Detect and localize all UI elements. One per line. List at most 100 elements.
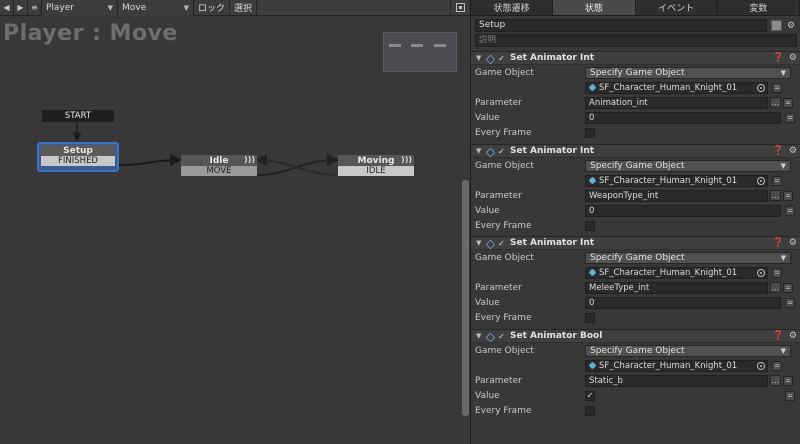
action-block: ▼ ✓ Set Animator Int ❓ ⚙ Game Object Specify G… [471, 144, 800, 233]
action-header[interactable]: ▼ ✓ Set Animator Int ❓ ⚙ [471, 51, 800, 65]
object-picker-icon[interactable] [757, 176, 765, 185]
field-label: Value [475, 390, 500, 401]
action-title: Set Animator Int [510, 53, 595, 63]
state-node-event[interactable]: IDLE [338, 166, 414, 176]
inspector-panel: 状態遷移 状態 イベント 変数 Setup ⚙ 説明 ▼ ✓ Set Animato… [470, 0, 800, 444]
state-node-idle[interactable]: Idle ))) MOVE [181, 155, 257, 176]
state-node-event[interactable]: MOVE [181, 166, 257, 176]
object-picker-icon[interactable] [757, 83, 765, 92]
value-checkbox[interactable]: ✓ [585, 390, 595, 401]
collapse-arrow-icon[interactable]: ▼ [476, 147, 485, 155]
every-frame-checkbox[interactable] [585, 127, 595, 138]
value-input[interactable]: 0 [585, 204, 781, 217]
parameter-input[interactable]: MeleeType_int [585, 281, 768, 294]
variable-toggle-button[interactable]: = [785, 112, 795, 123]
help-icon[interactable]: ❓ [773, 146, 784, 156]
tab-state[interactable]: 状態 [553, 0, 636, 15]
gear-icon[interactable]: ⚙ [789, 146, 797, 156]
state-node-title: Idle [209, 155, 229, 166]
variable-toggle-button[interactable]: = [772, 175, 782, 186]
gear-icon[interactable]: ⚙ [789, 53, 797, 63]
graph-scrollbar[interactable] [462, 180, 469, 416]
help-icon[interactable]: ❓ [773, 53, 784, 63]
state-node-moving[interactable]: Moving ))) IDLE [338, 155, 414, 176]
variable-toggle-button[interactable]: = [783, 375, 793, 386]
dropdown-value: Specify Game Object [590, 160, 685, 171]
game-object-mode-dropdown[interactable]: Specify Game Object ▼ [585, 344, 791, 357]
parameter-input[interactable]: Animation_int [585, 96, 768, 109]
object-field[interactable]: SF_Character_Human_Knight_01 [585, 81, 768, 94]
variable-toggle-button[interactable]: = [772, 360, 782, 371]
field-label: Every Frame [475, 220, 532, 231]
parameter-input[interactable]: WeaponType_int [585, 189, 768, 202]
value-input[interactable]: 0 [585, 111, 781, 124]
tab-transitions[interactable]: 状態遷移 [471, 0, 554, 15]
variable-toggle-button[interactable]: = [783, 190, 793, 201]
action-enabled-checkbox[interactable]: ✓ [497, 147, 506, 156]
help-icon[interactable]: ❓ [773, 238, 784, 248]
every-frame-checkbox[interactable] [585, 312, 595, 323]
dropdown-value: Specify Game Object [590, 67, 685, 78]
collapse-arrow-icon[interactable]: ▼ [476, 239, 485, 247]
object-field[interactable]: SF_Character_Human_Knight_01 [585, 174, 768, 187]
action-enabled-checkbox[interactable]: ✓ [497, 332, 506, 341]
parameter-browse-button[interactable]: … [770, 190, 781, 201]
game-object-mode-dropdown[interactable]: Specify Game Object ▼ [585, 251, 791, 264]
caret-down-icon: ▼ [780, 346, 786, 355]
object-name: SF_Character_Human_Knight_01 [599, 82, 738, 93]
game-object-mode-dropdown[interactable]: Specify Game Object ▼ [585, 159, 791, 172]
variable-toggle-button[interactable]: = [785, 297, 795, 308]
parameter-browse-button[interactable]: … [770, 282, 781, 293]
state-node-event[interactable]: FINISHED [41, 156, 115, 166]
gameobject-icon [588, 268, 597, 277]
object-picker-icon[interactable] [757, 361, 765, 370]
value-row: Value ✓ = [471, 388, 800, 403]
object-field-row: SF_Character_Human_Knight_01 = [471, 80, 800, 95]
every-frame-checkbox[interactable] [585, 220, 595, 231]
field-label: Value [475, 205, 500, 216]
gear-icon[interactable]: ⚙ [787, 21, 795, 31]
field-label: Parameter [475, 97, 522, 108]
gameobject-icon [588, 176, 597, 185]
action-enabled-checkbox[interactable]: ✓ [497, 54, 506, 63]
object-field[interactable]: SF_Character_Human_Knight_01 [585, 266, 768, 279]
action-enabled-checkbox[interactable]: ✓ [497, 239, 506, 248]
help-icon[interactable]: ❓ [773, 331, 784, 341]
description-field[interactable]: 説明 [475, 34, 797, 47]
parameter-browse-button[interactable]: … [770, 97, 781, 108]
gear-icon[interactable]: ⚙ [789, 331, 797, 341]
every-frame-checkbox[interactable] [585, 405, 595, 416]
game-object-mode-dropdown[interactable]: Specify Game Object ▼ [585, 66, 791, 79]
field-label: Game Object [475, 252, 534, 263]
state-node-header: Moving ))) [338, 155, 414, 166]
collapse-arrow-icon[interactable]: ▼ [476, 54, 485, 62]
state-node-setup[interactable]: Setup FINISHED [37, 142, 119, 172]
tab-variables[interactable]: 変数 [718, 0, 800, 15]
variable-toggle-button[interactable]: = [785, 205, 795, 216]
variable-toggle-button[interactable]: = [772, 267, 782, 278]
gear-icon[interactable]: ⚙ [789, 238, 797, 248]
collapse-arrow-icon[interactable]: ▼ [476, 332, 485, 340]
gameobject-icon [588, 361, 597, 370]
every-frame-row: Every Frame [471, 218, 800, 233]
value-input[interactable]: 0 [585, 296, 781, 309]
start-marker[interactable]: START [42, 110, 114, 122]
state-name-input[interactable]: Setup [475, 19, 767, 32]
object-field[interactable]: SF_Character_Human_Knight_01 [585, 359, 768, 372]
action-tools: ❓ ⚙ [773, 53, 797, 63]
inspector-tabs: 状態遷移 状態 イベント 変数 [471, 0, 800, 16]
state-color-swatch[interactable] [771, 20, 782, 31]
action-header[interactable]: ▼ ✓ Set Animator Int ❓ ⚙ [471, 144, 800, 158]
fsm-graph-panel[interactable]: ◀ ▶ ≡ Player ▼ Move ▼ ロック 選択 Player : Mo… [0, 0, 470, 444]
object-picker-icon[interactable] [757, 268, 765, 277]
variable-toggle-button[interactable]: = [785, 390, 795, 401]
action-header[interactable]: ▼ ✓ Set Animator Bool ❓ ⚙ [471, 329, 800, 343]
tab-events[interactable]: イベント [636, 0, 718, 15]
parameter-browse-button[interactable]: … [770, 375, 781, 386]
action-header[interactable]: ▼ ✓ Set Animator Int ❓ ⚙ [471, 236, 800, 250]
parameter-input[interactable]: Static_b [585, 374, 768, 387]
variable-toggle-button[interactable]: = [783, 282, 793, 293]
dropdown-value: Specify Game Object [590, 252, 685, 263]
variable-toggle-button[interactable]: = [772, 82, 782, 93]
variable-toggle-button[interactable]: = [783, 97, 793, 108]
